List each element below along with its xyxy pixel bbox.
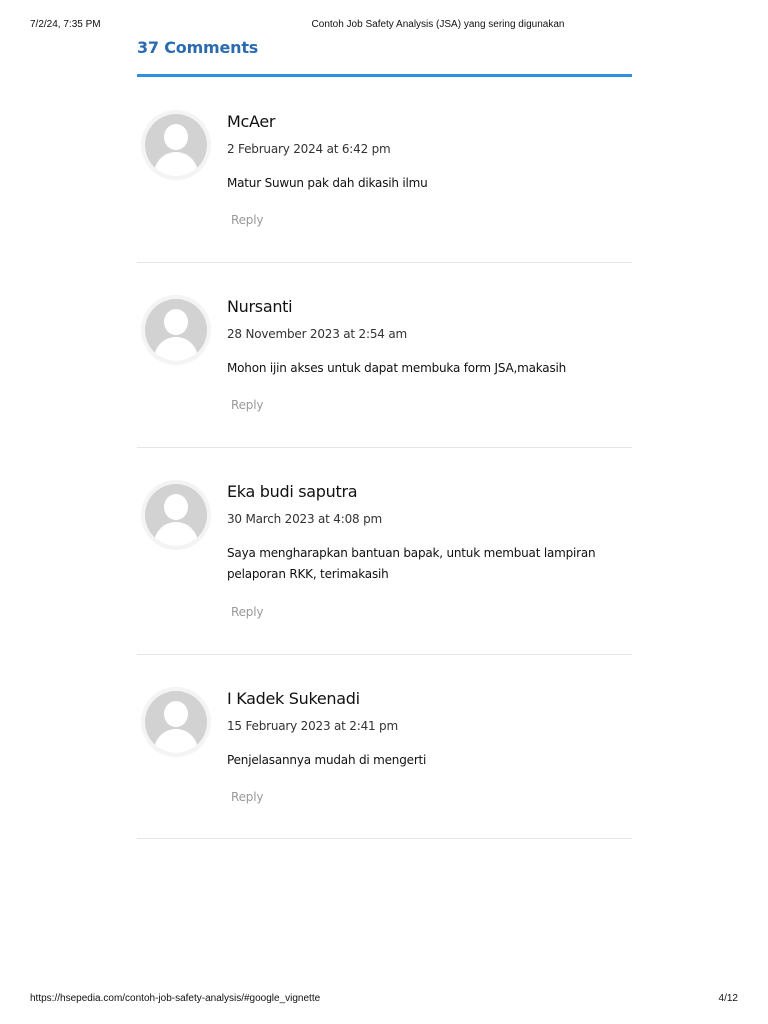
print-footer: https://hsepedia.com/contoh-job-safety-a… bbox=[0, 993, 768, 1007]
comment-author: I Kadek Sukenadi bbox=[227, 689, 360, 708]
comment-text: Saya mengharapkan bantuan bapak, untuk m… bbox=[227, 546, 596, 581]
reply-button[interactable]: Reply bbox=[231, 605, 263, 619]
comment-date-link[interactable]: 28 November 2023 at 2:54 am bbox=[227, 327, 407, 341]
comment-item: I Kadek Sukenadi 15 February 2023 at 2:4… bbox=[137, 655, 632, 839]
comment-item: Eka budi saputra 30 March 2023 at 4:08 p… bbox=[137, 448, 632, 655]
print-page-number: 4/12 bbox=[718, 993, 738, 1004]
comments-count-heading: 37 Comments bbox=[137, 38, 259, 57]
default-user-avatar-icon[interactable] bbox=[145, 484, 207, 546]
default-user-avatar-icon[interactable] bbox=[145, 114, 207, 176]
comment-author: Eka budi saputra bbox=[227, 482, 358, 501]
default-user-avatar-icon[interactable] bbox=[145, 299, 207, 361]
default-user-avatar-icon[interactable] bbox=[145, 691, 207, 753]
reply-button[interactable]: Reply bbox=[231, 398, 263, 412]
comment-text: Mohon ijin akses untuk dapat membuka for… bbox=[227, 361, 567, 375]
reply-button[interactable]: Reply bbox=[231, 213, 263, 227]
comment-text: Penjelasannya mudah di mengerti bbox=[227, 753, 427, 767]
reply-button[interactable]: Reply bbox=[231, 790, 263, 804]
heading-underline bbox=[137, 74, 632, 77]
comment-date-link[interactable]: 2 February 2024 at 6:42 pm bbox=[227, 142, 391, 156]
comment-text: Matur Suwun pak dah dikasih ilmu bbox=[227, 176, 428, 190]
print-header: 7/2/24, 7:35 PM Contoh Job Safety Analys… bbox=[0, 19, 768, 33]
comment-date-link[interactable]: 30 March 2023 at 4:08 pm bbox=[227, 512, 382, 526]
comment-author: Nursanti bbox=[227, 297, 293, 316]
comment-item: McAer 2 February 2024 at 6:42 pm Matur S… bbox=[137, 78, 632, 263]
comment-date-link[interactable]: 15 February 2023 at 2:41 pm bbox=[227, 719, 398, 733]
print-document-title: Contoh Job Safety Analysis (JSA) yang se… bbox=[311, 19, 565, 30]
print-page-url: https://hsepedia.com/contoh-job-safety-a… bbox=[30, 993, 321, 1004]
comment-item: Nursanti 28 November 2023 at 2:54 am Moh… bbox=[137, 263, 632, 448]
comment-author: McAer bbox=[227, 112, 276, 131]
